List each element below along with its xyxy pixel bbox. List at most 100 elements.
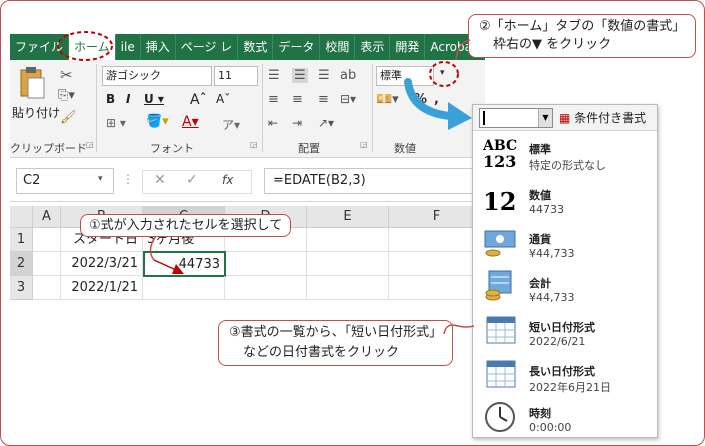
format-name: 長い日付形式 (529, 365, 595, 378)
tab-developer[interactable]: 開発 (390, 34, 426, 60)
tab-review[interactable]: 校閲 (320, 34, 356, 60)
number-format-dropdown: ▼ ▦ 条件付き書式 ABC 123 標準 特定の形式なし 12 数値 44733… (472, 104, 658, 438)
tab-view[interactable]: 表示 (355, 34, 391, 60)
cell-f2[interactable] (389, 252, 485, 276)
align-center-icon[interactable]: ≡ (292, 92, 303, 107)
decrease-font-icon[interactable]: Aˇ (216, 92, 230, 106)
copy-icon[interactable]: ⎘▾ (58, 88, 75, 103)
cell-b3[interactable]: 2022/1/21 (61, 276, 143, 300)
row-header[interactable]: 3 (10, 276, 33, 300)
cell-a2[interactable] (33, 252, 61, 276)
font-size-box[interactable]: 11 (214, 66, 258, 86)
phonetic-icon[interactable]: ア▾ (222, 116, 240, 133)
format-name: 数値 (529, 189, 551, 202)
tab-data[interactable]: データ (273, 34, 321, 60)
cut-icon[interactable]: ✂ (60, 66, 73, 84)
font-launcher-icon[interactable]: ◲ (250, 140, 258, 149)
align-bottom-icon[interactable]: ☰ (318, 68, 330, 83)
callout-step3: ③書式の一覧から、「短い日付形式」 などの日付書式をクリック (218, 320, 454, 366)
italic-icon[interactable]: I (126, 92, 130, 106)
column-header[interactable]: E (307, 206, 389, 228)
group-label-alignment: 配置 (298, 142, 320, 155)
column-header[interactable]: A (33, 206, 61, 228)
format-painter-icon[interactable]: 🖌 (60, 110, 77, 125)
name-box-dropdown-icon[interactable]: ▾ (98, 174, 103, 184)
excel-window: ファイル ホーム ile 挿入 ページ レ 数式 データ 校閲 表示 開発 Ac… (10, 34, 485, 308)
tab-formulas[interactable]: 数式 (238, 34, 274, 60)
clipboard-launcher-icon[interactable]: ◲ (86, 140, 94, 149)
alignment-launcher-icon[interactable]: ◲ (360, 140, 368, 149)
cancel-icon[interactable]: ✕ (154, 172, 166, 188)
format-example: ¥44,733 (529, 247, 575, 260)
enter-icon[interactable]: ✓ (186, 172, 198, 188)
cell-e3[interactable] (307, 276, 389, 300)
format-item-number[interactable]: 12 数値 44733 (473, 181, 657, 225)
group-label-font: フォント (150, 142, 194, 155)
format-item-accounting[interactable]: 会計 ¥44,733 (473, 269, 657, 313)
insert-function-icon[interactable]: fx (222, 173, 233, 187)
cell-f3[interactable] (389, 276, 485, 300)
format-item-short-date[interactable]: 短い日付形式 2022/6/21 (473, 313, 657, 357)
abc-123-icon: ABC 123 (483, 138, 518, 171)
format-name: 通貨 (529, 233, 551, 246)
format-name: 時刻 (529, 407, 551, 420)
callout2-connector (455, 39, 471, 61)
format-item-currency[interactable]: 通貨 ¥44,733 (473, 225, 657, 269)
wrap-text-icon[interactable]: ab (340, 68, 356, 83)
cell-d3[interactable] (225, 276, 307, 300)
cell-b2[interactable]: 2022/3/21 (61, 252, 143, 276)
increase-indent-icon[interactable]: ⇥ (292, 116, 302, 130)
cell-a3[interactable] (33, 276, 61, 300)
callout-step2-line2: 枠右の▼ をクリック (493, 37, 612, 52)
select-all-corner[interactable] (10, 206, 33, 228)
callout-step3-line1: ③書式の一覧から、「短い日付形式」 (229, 325, 443, 340)
tab-file-partial[interactable]: ile (116, 34, 141, 60)
column-header[interactable]: F (389, 206, 485, 228)
cell-e1[interactable] (307, 228, 389, 252)
paste-label[interactable]: 貼り付け (12, 104, 60, 121)
cell-a1[interactable] (33, 228, 61, 252)
callout1-connector (149, 235, 184, 274)
number-format-input[interactable]: ▼ (479, 108, 553, 128)
fill-color-icon[interactable]: 🪣▾ (146, 114, 169, 129)
currency-format-icon[interactable]: 💴▾ (376, 92, 399, 107)
format-example: 44733 (529, 203, 564, 216)
row-header[interactable]: 1 (10, 228, 33, 252)
font-name-box[interactable]: 游ゴシック (102, 66, 212, 86)
paste-icon[interactable] (18, 66, 46, 100)
separator (262, 64, 263, 152)
align-right-icon[interactable]: ≡ (318, 92, 329, 107)
increase-font-icon[interactable]: Aˆ (190, 92, 207, 108)
cell-f1[interactable] (389, 228, 485, 252)
chevron-down-icon[interactable]: ▼ (538, 109, 552, 127)
borders-icon[interactable]: ⊞ ▾ (106, 116, 126, 130)
align-middle-icon[interactable]: ☰ (292, 68, 308, 83)
group-label-number: 数値 (394, 142, 416, 155)
underline-icon[interactable]: U ▾ (144, 92, 164, 106)
format-example: 2022/6/21 (529, 335, 586, 348)
cell-e2[interactable] (307, 252, 389, 276)
conditional-format-button[interactable]: ▦ 条件付き書式 (559, 109, 646, 126)
row-header[interactable]: 2 (10, 252, 33, 276)
decrease-indent-icon[interactable]: ⇤ (268, 116, 278, 130)
separator (372, 64, 373, 152)
group-label-clipboard: クリップボード (10, 142, 87, 155)
merge-center-icon[interactable]: ⊟▾ (340, 92, 356, 106)
font-color-icon[interactable]: A▾ (182, 114, 199, 130)
blue-arrow (404, 78, 472, 130)
callout3-connector (443, 324, 475, 335)
align-top-icon[interactable]: ☰ (268, 68, 280, 83)
format-example: ¥44,733 (529, 291, 575, 304)
formula-input[interactable]: =EDATE(B2,3) (264, 168, 485, 194)
tab-page-layout[interactable]: ページ レ (176, 34, 239, 60)
format-item-general[interactable]: ABC 123 標準 特定の形式なし (473, 135, 657, 179)
number-12-icon: 12 (483, 187, 517, 216)
format-item-time[interactable]: 時刻 0:00:00 (473, 399, 657, 443)
bold-icon[interactable]: B (106, 92, 115, 106)
tab-insert[interactable]: 挿入 (141, 34, 176, 60)
conditional-format-icon: ▦ (559, 111, 571, 125)
orientation-icon[interactable]: ↗▾ (318, 116, 334, 130)
cell-d2[interactable] (226, 252, 307, 276)
align-left-icon[interactable]: ≡ (268, 92, 279, 107)
format-item-long-date[interactable]: 長い日付形式 2022年6月21日 (473, 357, 657, 401)
